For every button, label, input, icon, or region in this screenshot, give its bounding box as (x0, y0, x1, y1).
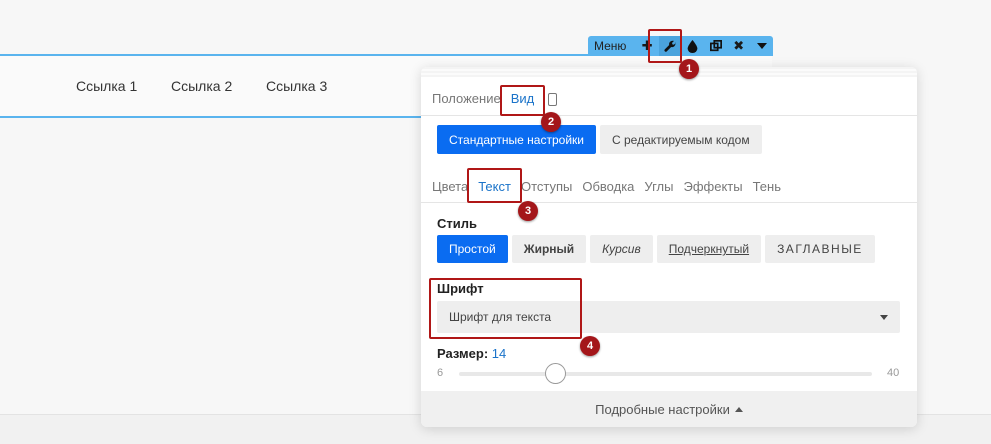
advanced-settings-button[interactable]: Подробные настройки (421, 391, 917, 427)
annotation-badge-3: 3 (518, 201, 538, 221)
duplicate-icon[interactable] (704, 36, 727, 56)
subtab-corners[interactable]: Углы (644, 179, 673, 194)
style-uppercase-button[interactable]: ЗАГЛАВНЫЕ (765, 235, 875, 263)
advanced-settings-label: Подробные настройки (595, 401, 730, 417)
style-italic-button[interactable]: Курсив (590, 235, 653, 263)
subtab-shadow[interactable]: Тень (753, 179, 781, 194)
tabs-divider (421, 115, 917, 116)
drop-icon[interactable] (682, 36, 705, 56)
style-plain-button[interactable]: Простой (437, 235, 508, 263)
highlight-font (429, 278, 582, 339)
subtab-effects[interactable]: Эффекты (683, 179, 742, 194)
mode-code-button[interactable]: С редактируемым кодом (599, 125, 762, 154)
style-bold-button[interactable]: Жирный (511, 235, 587, 263)
caret-up-icon (734, 406, 743, 412)
panel-drag-handle[interactable] (421, 67, 917, 77)
highlight-view-tab (500, 85, 545, 116)
menu-link-3[interactable]: Ссылка 3 (266, 78, 327, 94)
style-label: Стиль (437, 216, 477, 231)
size-slider-min: 6 (437, 367, 444, 379)
annotation-badge-1: 1 (679, 59, 699, 79)
size-label-text: Размер: (437, 346, 489, 361)
size-slider-max: 40 (887, 367, 900, 379)
close-icon[interactable]: ✖ (727, 36, 750, 56)
chevron-down-icon (880, 315, 888, 320)
caret-down-icon[interactable] (750, 36, 773, 56)
element-toolbar-label: Меню (594, 39, 627, 53)
tab-position[interactable]: Положение (432, 91, 501, 106)
size-slider-track[interactable] (459, 372, 872, 376)
style-underline-button[interactable]: Подчеркнутый (656, 235, 762, 263)
highlight-wrench (648, 29, 682, 63)
annotation-badge-2: 2 (541, 112, 561, 132)
subtab-colors[interactable]: Цвета (432, 179, 468, 194)
style-options: Простой Жирный Курсив Подчеркнутый ЗАГЛА… (437, 235, 879, 263)
menu-link-2[interactable]: Ссылка 2 (171, 78, 232, 94)
annotation-badge-4: 4 (580, 336, 600, 356)
phone-icon[interactable] (548, 93, 557, 106)
size-value: 14 (491, 346, 507, 361)
mode-switch: Стандартные настройки С редактируемым ко… (437, 125, 762, 154)
settings-panel: Положение Вид Стандартные настройки С ре… (421, 67, 917, 427)
subtab-border[interactable]: Обводка (582, 179, 634, 194)
menu-link-1[interactable]: Ссылка 1 (76, 78, 137, 94)
size-label: Размер: 14 (437, 346, 506, 361)
size-slider-thumb[interactable] (545, 363, 566, 384)
subtab-paddings[interactable]: Отступы (521, 179, 572, 194)
mode-standard-button[interactable]: Стандартные настройки (437, 125, 596, 154)
highlight-text-subtab (467, 168, 522, 203)
